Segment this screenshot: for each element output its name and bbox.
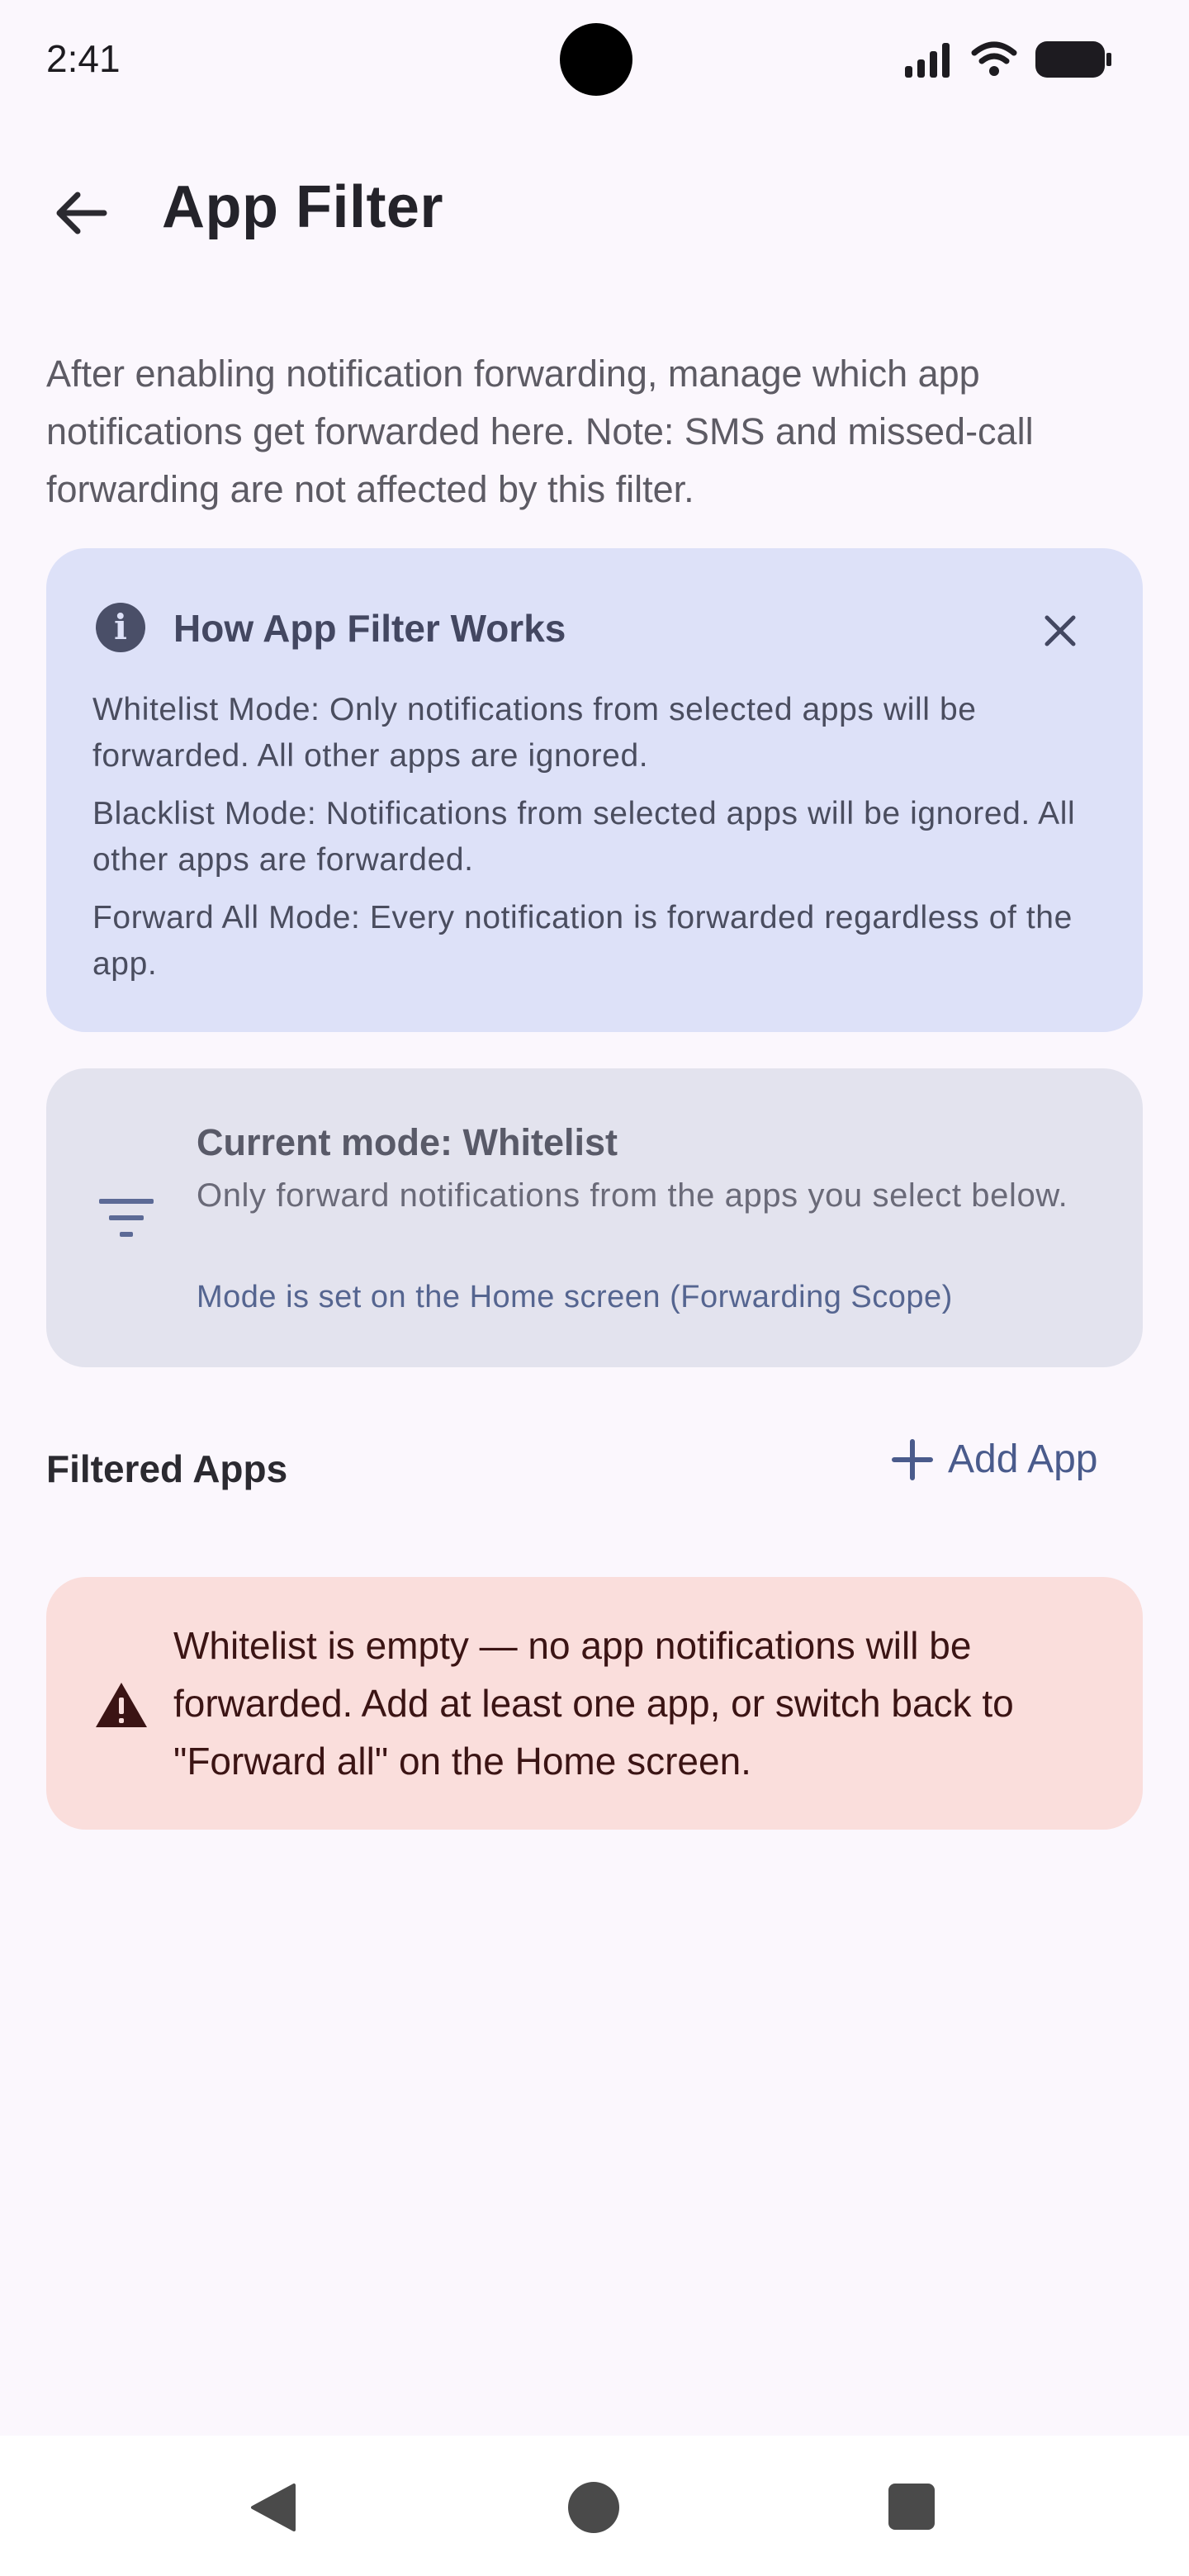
wifi-icon <box>971 41 1017 76</box>
info-line-whitelist: Whitelist Mode: Only notifications from … <box>92 692 977 774</box>
info-line-forward-all: Forward All Mode: Every notification is … <box>92 900 1073 982</box>
status-icons <box>903 40 1113 79</box>
back-button[interactable] <box>46 178 116 248</box>
nav-back-icon[interactable] <box>248 2482 297 2533</box>
filtered-apps-label: Filtered Apps <box>46 1447 288 1490</box>
warning-text: Whitelist is empty — no app notification… <box>173 1624 1014 1783</box>
close-icon <box>1045 615 1076 646</box>
signal-icon <box>905 43 950 78</box>
info-card-body: Whitelist Mode: Only notifications from … <box>92 687 1100 999</box>
current-mode-note: Mode is set on the Home screen (Forwardi… <box>197 1280 953 1314</box>
filter-icon <box>99 1199 154 1237</box>
nav-recents-icon[interactable] <box>888 2484 935 2530</box>
add-app-button[interactable]: Add App <box>892 1437 1098 1482</box>
info-card-title: How App Filter Works <box>173 607 566 650</box>
page-description: After enabling notification forwarding, … <box>46 353 1034 510</box>
arrow-back-icon <box>56 192 107 234</box>
warning-triangle-icon <box>96 1683 147 1727</box>
nav-home-icon[interactable] <box>568 2482 619 2533</box>
info-icon: i <box>96 603 145 652</box>
current-mode-title: Current mode: Whitelist <box>197 1121 618 1163</box>
info-line-blacklist: Blacklist Mode: Notifications from selec… <box>92 796 1076 878</box>
camera-cutout <box>560 23 632 96</box>
plus-icon <box>892 1438 933 1480</box>
add-app-label: Add App <box>948 1437 1098 1481</box>
status-time: 2:41 <box>46 37 121 80</box>
battery-icon <box>1035 41 1111 78</box>
close-info-button[interactable] <box>1035 606 1085 656</box>
page-title: App Filter <box>162 174 443 240</box>
current-mode-description: Only forward notifications from the apps… <box>197 1177 1068 1214</box>
